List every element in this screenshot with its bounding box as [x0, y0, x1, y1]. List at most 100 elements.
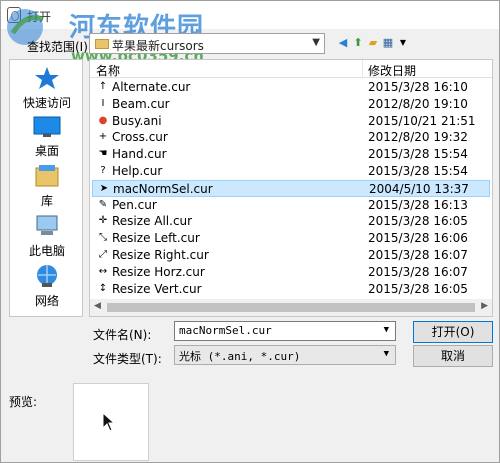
place-quick-access[interactable]: 快速访问 [10, 66, 84, 111]
desktop-icon [33, 116, 61, 137]
column-date-header[interactable]: 修改日期 [368, 62, 416, 79]
file-date: 2015/3/28 16:13 [368, 197, 468, 212]
cursor-file-icon: ⤢ [99, 249, 107, 260]
file-row[interactable]: ↔ Resize Horz.cur 2015/3/28 16:07 [92, 264, 490, 281]
cursor-file-icon: + [98, 131, 108, 143]
open-file-dialog: 打开 河东软件园 www.pc0359.cn 查找范围(I): 苹果最新curs… [0, 0, 500, 463]
cursor-file-icon: ? [100, 165, 106, 176]
file-date: 2015/3/28 16:06 [368, 231, 468, 246]
file-name: macNormSel.cur [113, 181, 213, 196]
file-name: Resize Vert.cur [112, 281, 202, 296]
file-date: 2015/10/21 21:51 [368, 113, 476, 128]
file-row[interactable]: + Cross.cur 2012/8/20 19:32 [92, 129, 490, 146]
cursor-file-icon: ● [98, 114, 108, 126]
file-row[interactable]: ↑ Alternate.cur 2015/3/28 16:10 [92, 79, 490, 96]
filetype-label: 文件类型(T): [93, 352, 162, 366]
cursor-file-icon: ✎ [98, 198, 108, 210]
star-icon [35, 67, 59, 89]
preview-label: 预览: [9, 395, 38, 409]
file-name: Busy.ani [112, 113, 162, 128]
file-row[interactable]: ☚ Hand.cur 2015/3/28 15:54 [92, 146, 490, 163]
computer-icon [36, 215, 58, 235]
file-row[interactable]: ↕ Resize Vert.cur 2015/3/28 16:05 [92, 281, 490, 298]
filename-input[interactable]: macNormSel.cur ▼ [174, 321, 396, 341]
file-date: 2012/8/20 19:32 [368, 130, 468, 145]
network-icon [37, 265, 57, 287]
cursor-file-icon: ↑ [98, 81, 108, 92]
file-name: Resize Horz.cur [112, 264, 205, 279]
open-button[interactable]: 打开(O) [413, 321, 493, 343]
file-row[interactable]: ● Busy.ani 2015/10/21 21:51 [92, 113, 490, 130]
file-name: Help.cur [112, 164, 163, 178]
file-name: Hand.cur [112, 147, 167, 162]
place-label: 桌面 [34, 144, 59, 158]
column-divider[interactable] [362, 60, 363, 78]
file-date: 2015/3/28 16:07 [368, 264, 468, 279]
places-bar: 快速访问 桌面 库 此电脑 网络 [9, 59, 83, 317]
file-name: Resize Left.cur [112, 231, 200, 246]
place-library[interactable]: 库 [10, 164, 84, 209]
file-date: 2015/3/28 15:54 [368, 147, 468, 162]
file-row[interactable]: ➤ macNormSel.cur 2004/5/10 13:37 [92, 179, 490, 197]
view-dropdown-icon[interactable]: ▼ [397, 37, 409, 49]
file-name: Cross.cur [112, 130, 168, 145]
chevron-down-icon: ▼ [312, 37, 320, 48]
cursor-file-icon: ↔ [98, 265, 108, 277]
file-row[interactable]: I Beam.cur 2012/8/20 19:10 [92, 96, 490, 113]
place-label: 快速访问 [22, 96, 71, 110]
cancel-button[interactable]: 取消 [413, 345, 493, 367]
filename-value: macNormSel.cur [179, 324, 272, 337]
preview-pane [73, 383, 149, 461]
place-desktop[interactable]: 桌面 [10, 116, 84, 159]
cursor-file-icon: ➤ [99, 182, 109, 194]
cursor-file-icon: ✛ [98, 215, 108, 227]
file-date: 2015/3/28 16:07 [368, 248, 468, 262]
filename-label: 文件名(N): [93, 328, 152, 342]
folder-icon [95, 39, 109, 49]
file-date: 2015/3/28 16:10 [368, 80, 468, 94]
file-row[interactable]: ✎ Pen.cur 2015/3/28 16:13 [92, 197, 490, 214]
view-menu-icon[interactable]: ▦ [382, 37, 394, 49]
back-icon[interactable]: ◀ [337, 37, 349, 49]
place-label: 网络 [34, 294, 59, 308]
up-folder-icon[interactable]: ⬆ [352, 37, 364, 49]
scroll-thumb[interactable] [107, 303, 475, 312]
file-list[interactable]: 名称 修改日期 ↑ Alternate.cur 2015/3/28 16:10 I Be… [89, 59, 493, 317]
cursor-preview-icon [102, 412, 116, 432]
file-name: Resize Right.cur [112, 248, 209, 262]
filetype-value: 光标 (*.ani, *.cur) [179, 350, 301, 363]
file-row[interactable]: ✛ Resize All.cur 2015/3/28 16:05 [92, 213, 490, 230]
file-row[interactable]: ⤡ Resize Left.cur 2015/3/28 16:06 [92, 230, 490, 247]
filetype-dropdown[interactable]: 光标 (*.ani, *.cur) ▼ [174, 345, 396, 365]
column-name-header[interactable]: 名称 [96, 62, 120, 79]
place-label: 此电脑 [28, 244, 65, 258]
file-row[interactable]: ? Help.cur 2015/3/28 15:54 [92, 163, 490, 180]
place-network[interactable]: 网络 [10, 264, 84, 309]
chevron-down-icon: ▼ [383, 349, 389, 359]
place-this-pc[interactable]: 此电脑 [10, 214, 84, 259]
cursor-file-icon: ↕ [98, 282, 108, 294]
scroll-right-icon[interactable]: ▶ [481, 301, 488, 311]
file-date: 2015/3/28 16:05 [368, 214, 468, 229]
scroll-left-icon[interactable]: ◀ [94, 301, 101, 311]
library-icon [35, 165, 59, 187]
file-name: Pen.cur [112, 197, 157, 212]
nav-toolbar: ◀ ⬆ ▰ ▦ ▼ [337, 35, 409, 51]
lookin-value: 苹果最新cursors [112, 39, 204, 53]
lookin-label: 查找范围(I): [27, 40, 92, 54]
file-list-header: 名称 修改日期 [90, 60, 492, 78]
file-row[interactable]: ⤢ Resize Right.cur 2015/3/28 16:07 [92, 247, 490, 264]
lookin-dropdown[interactable]: 苹果最新cursors ▼ [89, 33, 325, 54]
file-name: Resize All.cur [112, 214, 193, 229]
new-folder-icon[interactable]: ▰ [367, 37, 379, 49]
file-date: 2015/3/28 15:54 [368, 164, 468, 178]
cursor-file-icon: I [101, 97, 105, 109]
file-date: 2012/8/20 19:10 [368, 96, 468, 111]
chevron-down-icon[interactable]: ▼ [384, 325, 389, 335]
horizontal-scrollbar[interactable]: ◀ ▶ [90, 299, 492, 316]
cursor-file-icon: ☚ [98, 148, 108, 160]
file-name: Beam.cur [112, 96, 170, 111]
cursor-file-icon: ⤡ [99, 232, 107, 244]
file-date: 2004/5/10 13:37 [369, 181, 469, 196]
place-label: 库 [40, 194, 53, 208]
